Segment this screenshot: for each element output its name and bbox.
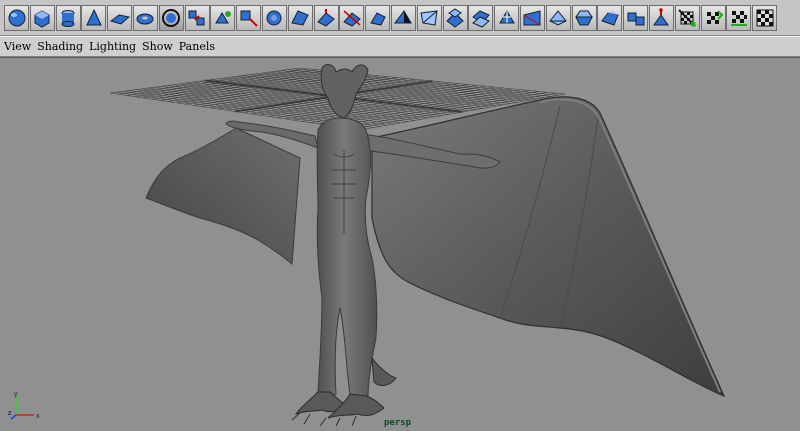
subdivide-icon: [498, 9, 515, 23]
shelf-tool-poly-prism[interactable]: [287, 4, 313, 31]
poly-torus-icon: [136, 13, 154, 24]
shelf-tool-uv-layout[interactable]: [726, 4, 752, 31]
cylindrical-mapping-icon: [653, 7, 670, 25]
tool-shelf: [0, 0, 800, 36]
grid-line: [268, 84, 468, 117]
shelf-tool-subdivide[interactable]: [494, 4, 520, 31]
camera-name-label: persp: [384, 418, 412, 428]
menu-show[interactable]: Show: [142, 40, 173, 53]
shelf-tool-auto-mapping[interactable]: [700, 4, 726, 31]
shelf-tool-texture-checker[interactable]: [752, 4, 778, 31]
planar-mapping-icon: [627, 12, 645, 25]
menu-shading[interactable]: Shading: [37, 40, 83, 53]
shelf-tool-poly-pipe[interactable]: [158, 4, 184, 31]
poly-prism-icon: [291, 9, 309, 26]
shelf-tool-duplicate-face[interactable]: [545, 4, 571, 31]
split-polygon-icon: [420, 9, 438, 26]
scene-canvas[interactable]: [0, 58, 800, 431]
combine-icon: [188, 10, 205, 25]
shelf-tool-poly-cylinder[interactable]: [55, 4, 81, 31]
shelf-tool-bevel[interactable]: [365, 4, 391, 31]
auto-mapping-icon: [707, 9, 724, 24]
shelf-tool-poly-torus[interactable]: [132, 4, 158, 31]
append-polygon-icon: [394, 9, 413, 23]
panel-menubar: View Shading Lighting Show Panels: [0, 36, 800, 57]
spherical-mapping-icon: [678, 8, 696, 27]
menu-lighting[interactable]: Lighting: [89, 40, 136, 53]
feet: [291, 356, 397, 427]
torso[interactable]: [316, 117, 378, 400]
axis-gizmo: y x z: [8, 391, 40, 420]
shelf-tool-extract[interactable]: [236, 4, 262, 31]
menu-panels[interactable]: Panels: [179, 40, 215, 53]
poly-cone-icon: [86, 8, 102, 25]
extrude-edge-icon: [343, 9, 361, 27]
poly-cylinder-icon: [61, 9, 75, 27]
axis-x-label: x: [36, 413, 40, 420]
collapse-icon: [471, 9, 490, 28]
smooth-icon: [266, 10, 282, 25]
shelf-tool-cut-faces[interactable]: [519, 4, 545, 31]
extrude-face-icon: [317, 8, 335, 27]
right-wing[interactable]: [371, 96, 726, 398]
shelf-tool-poly-plane[interactable]: [107, 4, 133, 31]
shelf-tool-smooth[interactable]: [261, 4, 287, 31]
shelf-tool-spherical-mapping[interactable]: [674, 4, 700, 31]
shelf-tool-append-polygon[interactable]: [390, 4, 416, 31]
shelf-tool-split-polygon[interactable]: [416, 4, 442, 31]
separate-icon: [214, 10, 231, 23]
shelf-tool-extrude-face[interactable]: [313, 4, 339, 31]
cut-faces-icon: [523, 9, 541, 25]
duplicate-face-icon: [549, 9, 568, 26]
shelf-tool-poly-cube[interactable]: [29, 4, 55, 31]
poly-cube-icon: [34, 9, 50, 28]
shelf-tool-merge-vertices[interactable]: [442, 4, 468, 31]
merge-vertices-icon: [446, 7, 464, 28]
shelf-tool-extrude-edge[interactable]: [339, 4, 365, 31]
shelf-tool-separate[interactable]: [210, 4, 236, 31]
texture-checker-icon: [756, 9, 774, 26]
poly-pipe-icon: [162, 8, 181, 27]
shelf-tool-poly-sphere[interactable]: [4, 4, 29, 31]
grid-line: [284, 85, 486, 120]
shelf-tool-collapse[interactable]: [468, 4, 494, 31]
bevel-icon: [369, 11, 386, 26]
poly-sphere-icon: [8, 9, 25, 26]
wedge-face-icon: [575, 10, 593, 25]
shelf-tool-combine[interactable]: [184, 4, 210, 31]
create-polygon-icon: [601, 10, 619, 26]
left-wing[interactable]: [145, 127, 301, 266]
shelf-tool-create-polygon[interactable]: [597, 4, 623, 31]
uv-layout-icon: [730, 10, 747, 26]
shelf-tool-wedge-face[interactable]: [571, 4, 597, 31]
shelf-tool-cylindrical-mapping[interactable]: [648, 4, 674, 31]
grid-line: [293, 86, 495, 121]
shelf-tool-planar-mapping[interactable]: [623, 4, 649, 31]
axis-z-label: z: [8, 410, 12, 417]
axis-y-label: y: [14, 391, 18, 398]
menu-view[interactable]: View: [4, 40, 31, 53]
shelf-tool-poly-cone[interactable]: [81, 4, 107, 31]
poly-plane-icon: [109, 13, 130, 25]
maya-window: View Shading Lighting Show Panels y x z …: [0, 0, 800, 431]
extract-icon: [240, 10, 258, 27]
perspective-viewport[interactable]: y x z persp: [0, 57, 800, 431]
